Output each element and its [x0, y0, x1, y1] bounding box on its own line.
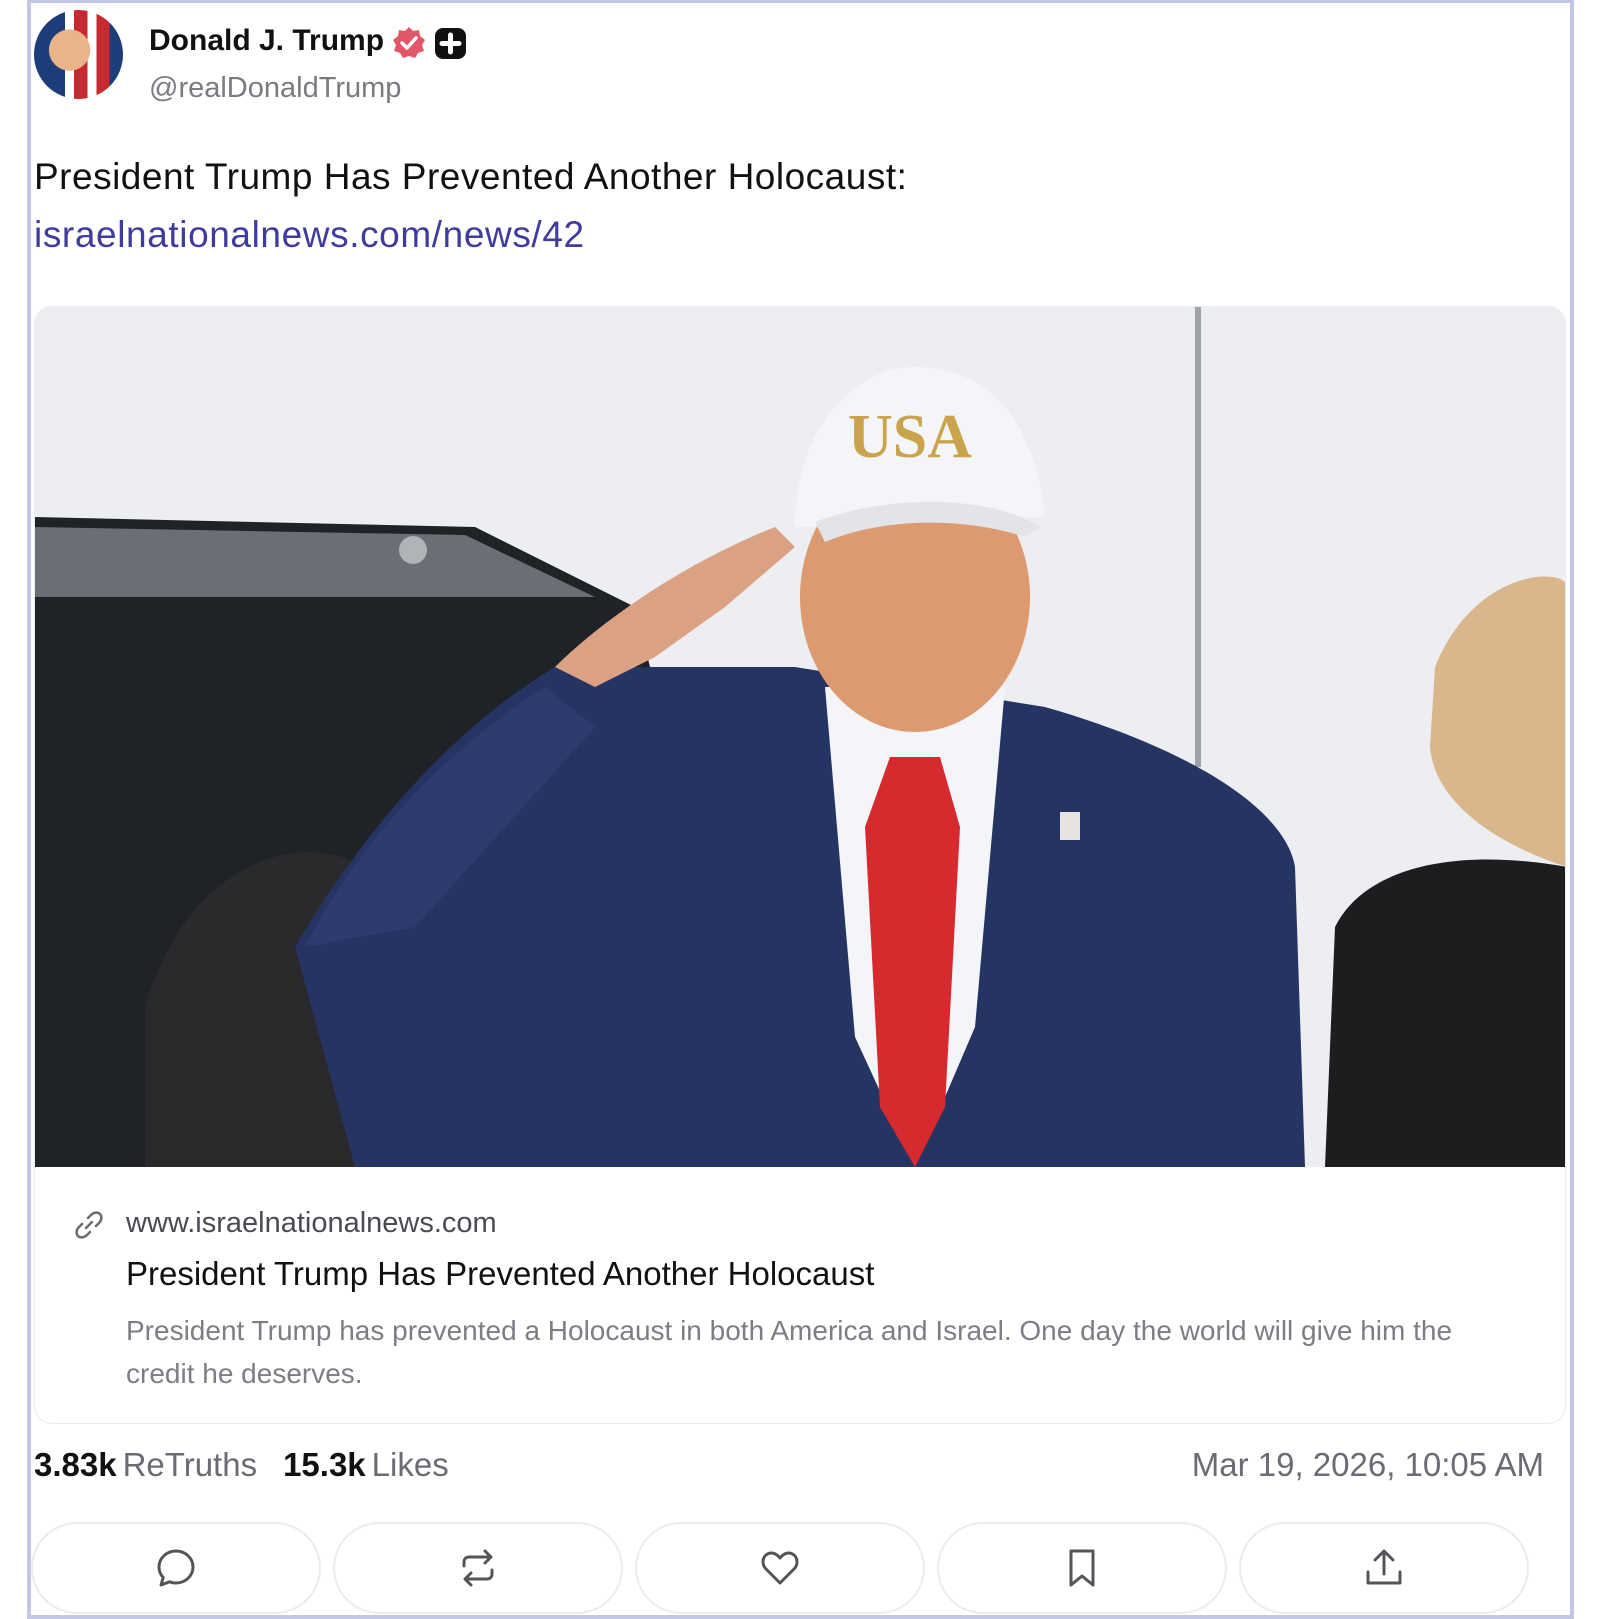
link-preview-domain: www.israelnationalnews.com	[126, 1207, 497, 1239]
post-text: President Trump Has Prevented Another Ho…	[34, 156, 908, 197]
plus-badge-icon	[435, 28, 466, 59]
retruth-icon	[462, 1549, 494, 1587]
retruth-button[interactable]	[333, 1522, 623, 1614]
display-name[interactable]: Donald J. Trump	[149, 24, 384, 58]
link-preview-image[interactable]: USA	[35, 307, 1565, 1167]
retruths-label: ReTruths	[122, 1446, 258, 1483]
reply-button[interactable]	[31, 1522, 321, 1614]
retruths-count: 3.83k	[34, 1446, 117, 1483]
post-link[interactable]: israelnationalnews.com/news/42	[34, 214, 585, 256]
link-icon	[75, 1211, 103, 1239]
share-icon	[1366, 1549, 1402, 1585]
likes-count: 15.3k	[283, 1446, 366, 1483]
bookmark-icon	[1069, 1549, 1095, 1587]
like-button[interactable]	[635, 1522, 925, 1614]
share-button[interactable]	[1239, 1522, 1529, 1614]
post-timestamp[interactable]: Mar 19, 2026, 10:05 AM	[1192, 1446, 1544, 1484]
link-preview-card[interactable]: USA www.israelnationalnews.com President…	[34, 306, 1566, 1424]
action-bar	[31, 1522, 1573, 1614]
post-stats: 3.83k ReTruths 15.3k Likes	[34, 1446, 449, 1484]
like-icon	[761, 1551, 799, 1585]
author-handle[interactable]: @realDonaldTrump	[149, 72, 401, 105]
retruths-stat[interactable]: 3.83k ReTruths	[34, 1446, 257, 1483]
likes-stat[interactable]: 15.3k Likes	[283, 1446, 449, 1483]
post-header: Donald J. Trump @realDonaldTrump	[34, 10, 634, 105]
reply-icon	[157, 1549, 195, 1587]
bookmark-button[interactable]	[937, 1522, 1227, 1614]
link-preview-description: President Trump has prevented a Holocaus…	[126, 1315, 1453, 1389]
avatar[interactable]	[34, 10, 123, 99]
cap-text: USA	[848, 403, 972, 471]
likes-label: Likes	[371, 1446, 449, 1483]
link-preview-title[interactable]: President Trump Has Prevented Another Ho…	[126, 1255, 874, 1293]
link-preview-meta: www.israelnationalnews.com President Tru…	[35, 1167, 1565, 1423]
verified-badge-icon	[393, 27, 425, 58]
